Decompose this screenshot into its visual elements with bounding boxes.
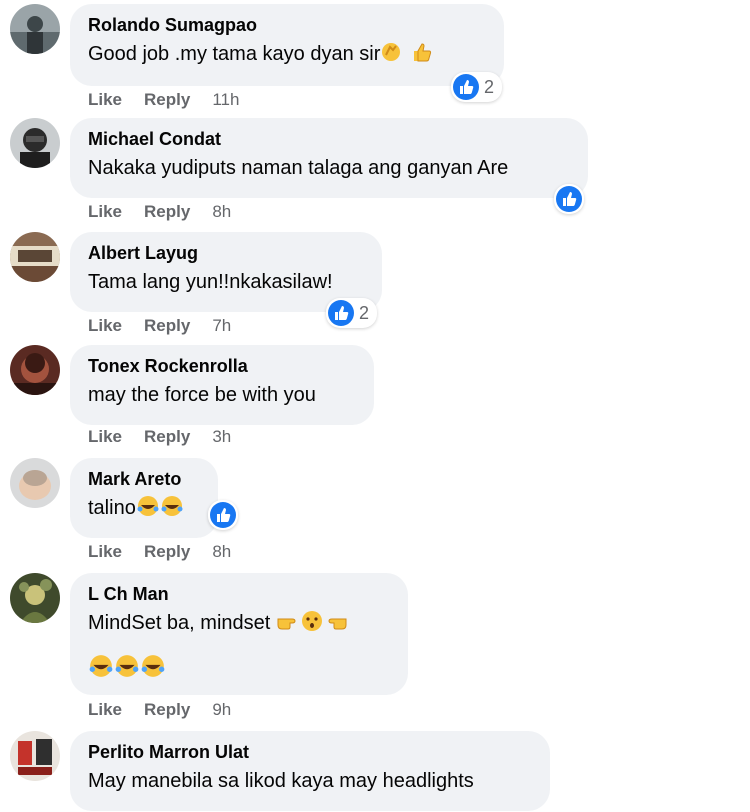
pointing-left-icon bbox=[324, 610, 348, 640]
pointing-right-icon bbox=[276, 610, 300, 640]
comment-author[interactable]: Mark Areto bbox=[88, 468, 200, 490]
comment-actions: Like Reply 8h bbox=[88, 202, 231, 222]
worried-face-icon bbox=[300, 610, 324, 640]
reply-button[interactable]: Reply bbox=[144, 90, 190, 110]
comment-bubble: Tonex Rockenrolla may the force be with … bbox=[70, 345, 374, 425]
rofl-emoji-icon bbox=[140, 654, 166, 686]
avatar[interactable] bbox=[10, 731, 60, 781]
comment-text: Nakaka yudiputs naman talaga ang ganyan … bbox=[88, 157, 509, 179]
comment-bubble: Rolando Sumagpao Good job .my tama kayo … bbox=[70, 4, 504, 86]
comment-author[interactable]: L Ch Man bbox=[88, 583, 390, 605]
comment-author[interactable]: Rolando Sumagpao bbox=[88, 14, 486, 36]
like-reaction-icon bbox=[556, 186, 582, 212]
comment-actions: Like Reply 8h bbox=[88, 542, 231, 562]
reaction-count: 2 bbox=[484, 76, 495, 97]
comment-bubble: Michael Condat Nakaka yudiputs naman tal… bbox=[70, 118, 588, 198]
avatar[interactable] bbox=[10, 4, 60, 54]
comment-bubble: L Ch Man MindSet ba, mindset bbox=[70, 573, 408, 695]
reply-button[interactable]: Reply bbox=[144, 542, 190, 562]
comment-author[interactable]: Michael Condat bbox=[88, 128, 570, 150]
comment-text-content: talino bbox=[88, 497, 136, 519]
like-reaction-icon bbox=[453, 74, 479, 100]
comment-timestamp[interactable]: 8h bbox=[212, 202, 231, 222]
avatar[interactable] bbox=[10, 345, 60, 395]
comment-text-emojis bbox=[88, 654, 390, 686]
like-reaction-icon bbox=[328, 300, 354, 326]
comment-timestamp[interactable]: 7h bbox=[212, 316, 231, 336]
reaction-summary[interactable]: 2 bbox=[451, 72, 503, 102]
rofl-emoji-icon bbox=[114, 654, 140, 686]
like-button[interactable]: Like bbox=[88, 700, 122, 720]
like-button[interactable]: Like bbox=[88, 90, 122, 110]
like-button[interactable]: Like bbox=[88, 542, 122, 562]
like-button[interactable]: Like bbox=[88, 316, 122, 336]
comment-author[interactable]: Perlito Marron Ulat bbox=[88, 741, 532, 763]
reply-button[interactable]: Reply bbox=[144, 700, 190, 720]
comment-text: May manebila sa likod kaya may headlight… bbox=[88, 770, 474, 792]
comment-timestamp[interactable]: 11h bbox=[212, 90, 239, 110]
reaction-count: 2 bbox=[359, 302, 370, 323]
reply-button[interactable]: Reply bbox=[144, 427, 190, 447]
avatar[interactable] bbox=[10, 118, 60, 168]
like-button[interactable]: Like bbox=[88, 427, 122, 447]
comment-text-content: Good job .my tama kayo dyan sir bbox=[88, 43, 381, 65]
comment-bubble: Perlito Marron Ulat May manebila sa liko… bbox=[70, 731, 550, 811]
reply-button[interactable]: Reply bbox=[144, 202, 190, 222]
avatar[interactable] bbox=[10, 232, 60, 282]
comment-bubble: Mark Areto talino bbox=[70, 458, 218, 538]
rofl-emoji-icon bbox=[160, 495, 184, 525]
reaction-summary[interactable] bbox=[554, 184, 584, 214]
like-reaction-icon bbox=[210, 502, 236, 528]
thumbs-up-icon bbox=[410, 41, 432, 71]
comment-text-content: MindSet ba, mindset bbox=[88, 612, 271, 634]
comment-text: talino bbox=[88, 494, 200, 525]
comment-text: may the force be with you bbox=[88, 384, 316, 406]
comment-timestamp[interactable]: 3h bbox=[212, 427, 231, 447]
comment-actions: Like Reply 7h bbox=[88, 316, 231, 336]
comment-author[interactable]: Albert Layug bbox=[88, 242, 364, 264]
comment-author[interactable]: Tonex Rockenrolla bbox=[88, 355, 356, 377]
avatar[interactable] bbox=[10, 458, 60, 508]
comment-timestamp[interactable]: 8h bbox=[212, 542, 231, 562]
like-button[interactable]: Like bbox=[88, 202, 122, 222]
avatar[interactable] bbox=[10, 573, 60, 623]
comment-actions: Like Reply 3h bbox=[88, 427, 231, 447]
reaction-summary[interactable] bbox=[208, 500, 238, 530]
clapping-hands-icon bbox=[380, 41, 402, 71]
reply-button[interactable]: Reply bbox=[144, 316, 190, 336]
comment-text: Good job .my tama kayo dyan sir bbox=[88, 40, 486, 71]
reaction-summary[interactable]: 2 bbox=[326, 298, 378, 328]
comment-text: MindSet ba, mindset bbox=[88, 609, 390, 640]
rofl-emoji-icon bbox=[88, 654, 114, 686]
comment-timestamp[interactable]: 9h bbox=[212, 700, 231, 720]
comment-actions: Like Reply 9h bbox=[88, 700, 231, 720]
comment-actions: Like Reply 11h bbox=[88, 90, 239, 110]
comment-text: Tama lang yun!!nkakasilaw! bbox=[88, 271, 333, 293]
rofl-emoji-icon bbox=[136, 495, 160, 525]
